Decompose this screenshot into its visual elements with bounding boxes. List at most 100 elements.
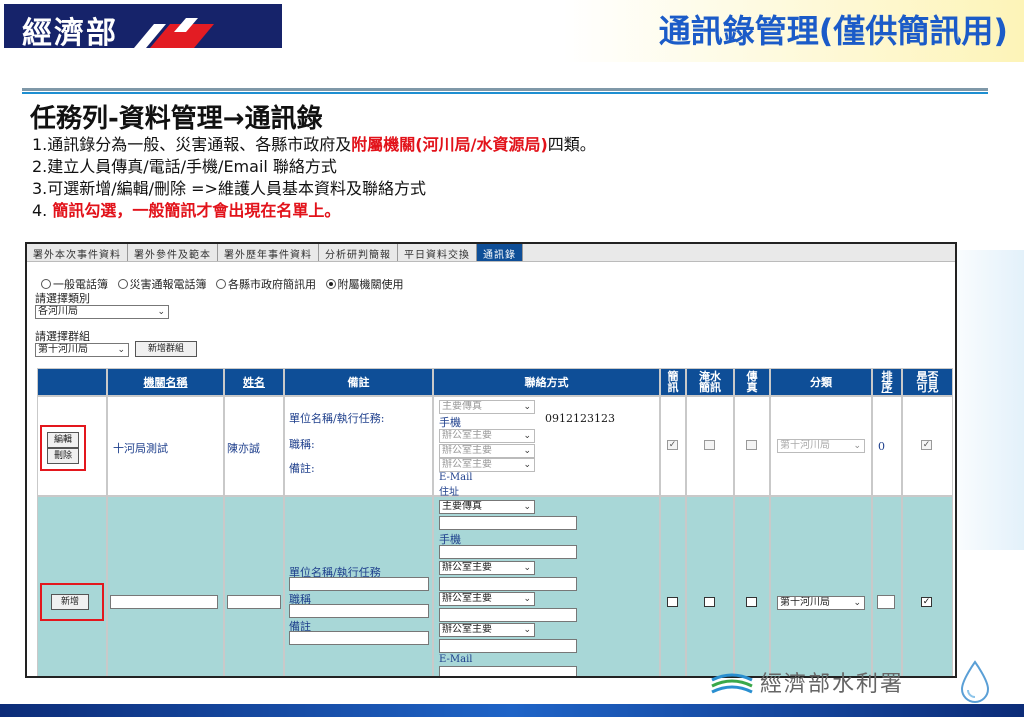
water-agency-logo-icon (711, 673, 753, 694)
add-group-button[interactable]: 新增群組 (135, 341, 197, 357)
row1-category-select[interactable]: 第十河川局 ⌄ (777, 439, 865, 453)
tab-templates[interactable]: 署外參件及範本 (128, 244, 218, 261)
logo-stripes-icon (134, 18, 214, 48)
row1-office-select-2[interactable]: 辦公室主要 ⌄ (439, 444, 535, 458)
radio-county[interactable] (216, 279, 226, 289)
office-input-2[interactable] (439, 608, 577, 622)
row2-fax-cell (734, 496, 770, 676)
chevron-down-icon: ⌄ (523, 446, 531, 456)
col-fax-header: 傳真 (734, 368, 770, 396)
chevron-down-icon: ⌄ (117, 345, 125, 355)
row2-agency-cell (107, 496, 224, 676)
office-input-3[interactable] (439, 639, 577, 653)
tab-current-event[interactable]: 署外本次事件資料 (27, 244, 128, 261)
row1-office-value-2: 辦公室主要 (442, 445, 492, 456)
chevron-down-icon: ⌄ (853, 441, 861, 451)
row2-office-select-3[interactable]: 辦公室主要 ⌄ (439, 623, 535, 637)
footer-bar (0, 704, 1024, 717)
col-agency-header[interactable]: 機關名稱 (107, 368, 224, 396)
chevron-down-icon: ⌄ (523, 431, 531, 441)
row1-name: 陳亦誠 (227, 442, 260, 455)
group-label: 請選擇群組 (35, 330, 90, 343)
email-input[interactable] (439, 666, 577, 676)
row1-office-value-1: 辦公室主要 (442, 430, 492, 441)
col-category-header: 分類 (770, 368, 872, 396)
bullet-4-number: 4. (32, 201, 53, 220)
remark-input[interactable] (289, 631, 429, 645)
mobile-input[interactable] (439, 545, 577, 559)
row2-flood-cell (686, 496, 734, 676)
row1-office-select-1[interactable]: 辦公室主要 ⌄ (439, 429, 535, 443)
category-select-value: 各河川局 (38, 306, 78, 317)
row2-category-select[interactable]: 第十河川局 ⌄ (777, 596, 865, 610)
add-button-highlight (40, 583, 104, 621)
chevron-down-icon: ⌄ (523, 502, 531, 512)
col-visible-header: 是否可見 (902, 368, 953, 396)
bullet-4-highlight: 簡訊勾選，一般簡訊才會出現在名單上。 (52, 201, 341, 220)
row2-sms-cell (660, 496, 686, 676)
row1-email-label: E-Mail (439, 472, 473, 483)
tab-contacts[interactable]: 通訊錄 (477, 244, 523, 261)
bullet-1-suffix: 四類。 (547, 135, 596, 154)
category-select[interactable]: 各河川局 ⌄ (35, 305, 169, 319)
bullet-3: 3.可選新增/編輯/刪除 =>維護人員基本資料及聯絡方式 (32, 179, 426, 198)
bullet-2: 2.建立人員傳真/電話/手機/Email 聯絡方式 (32, 157, 337, 176)
chevron-down-icon: ⌄ (523, 594, 531, 604)
row1-sms-checkbox[interactable]: ✓ (667, 440, 678, 450)
row2-office-select-1[interactable]: 辦公室主要 ⌄ (439, 561, 535, 575)
row2-category-cell (770, 496, 872, 676)
chevron-down-icon: ⌄ (523, 563, 531, 573)
unit-input[interactable] (289, 577, 429, 591)
radio-disaster[interactable] (117, 279, 128, 289)
row2-contact-type-select[interactable]: 主要傳真 ⌄ (439, 500, 535, 514)
row2-flood-sms-checkbox[interactable] (704, 597, 715, 607)
col-name-header[interactable]: 姓名 (224, 368, 284, 396)
name-input[interactable] (227, 595, 281, 609)
row2-name-cell (224, 496, 284, 676)
office-input-1[interactable] (439, 577, 577, 591)
row1-flood-sms-checkbox[interactable] (704, 440, 715, 450)
col-order-header[interactable]: 排序 (872, 368, 902, 396)
group-select-value: 第十河川局 (38, 344, 88, 355)
footer-org-name: 經濟部水利署 (760, 672, 905, 697)
row2-office-value-1: 辦公室主要 (442, 562, 492, 573)
bullet-list: 1.通訊錄分為一般、災害通報、各縣市政府及附屬機關(河川局/水資源局)四類。 2… (32, 134, 596, 222)
row2-visible-checkbox[interactable]: ✓ (921, 597, 932, 607)
row1-mobile-value: 0912123123 (545, 412, 615, 425)
section-heading: 任務列-資料管理→通訊錄 (30, 104, 323, 134)
chevron-down-icon: ⌄ (157, 307, 165, 317)
row2-order-cell (872, 496, 902, 676)
group-select[interactable]: 第十河川局 ⌄ (35, 343, 129, 357)
order-input[interactable] (877, 595, 895, 609)
agency-input[interactable] (110, 595, 218, 609)
fax-input[interactable] (439, 516, 577, 530)
col-sms-header: 簡訊 (660, 368, 686, 396)
bullet-1-text: 1.通訊錄分為一般、災害通報、各縣市政府及 (32, 135, 352, 154)
slide-header: 經濟部 通訊錄管理(僅供簡訊用) (0, 0, 1024, 62)
tab-history[interactable]: 署外歷年事件資料 (218, 244, 319, 261)
bullet-1: 1.通訊錄分為一般、災害通報、各縣市政府及附屬機關(河川局/水資源局)四類。 (32, 134, 596, 156)
radio-affiliated[interactable] (325, 279, 336, 289)
row1-fax-checkbox[interactable] (746, 440, 757, 450)
phonebook-type-options: 一般電話簿 災害通報電話簿 各縣市政府簡訊用 附屬機關使用 (35, 276, 404, 292)
row1-visible-checkbox[interactable]: ✓ (921, 440, 932, 450)
title-input[interactable] (289, 604, 429, 618)
radio-general[interactable] (41, 279, 51, 289)
tab-data-exchange[interactable]: 平日資料交換 (398, 244, 477, 261)
row2-category-value: 第十河川局 (780, 597, 830, 608)
row1-office-value-3: 辦公室主要 (442, 459, 492, 470)
col-remarks-header: 備註 (284, 368, 433, 396)
row1-mobile-label: 手機 (439, 416, 461, 429)
contacts-app-screenshot: 署外本次事件資料 署外參件及範本 署外歷年事件資料 分析研判簡報 平日資料交換 … (25, 242, 957, 678)
row1-office-select-3[interactable]: 辦公室主要 ⌄ (439, 458, 535, 472)
row2-sms-checkbox[interactable] (667, 597, 678, 607)
row2-email-label: E-Mail (439, 654, 473, 665)
row1-unit-label: 單位名稱/執行任務: (289, 412, 385, 425)
chevron-down-icon: ⌄ (523, 460, 531, 470)
row2-office-select-2[interactable]: 辦公室主要 ⌄ (439, 592, 535, 606)
category-label: 請選擇類別 (35, 292, 90, 305)
tab-analysis[interactable]: 分析研判簡報 (319, 244, 398, 261)
water-drop-icon (960, 660, 990, 703)
row1-contact-type-select[interactable]: 主要傳真 ⌄ (439, 400, 535, 414)
row2-fax-checkbox[interactable] (746, 597, 757, 607)
